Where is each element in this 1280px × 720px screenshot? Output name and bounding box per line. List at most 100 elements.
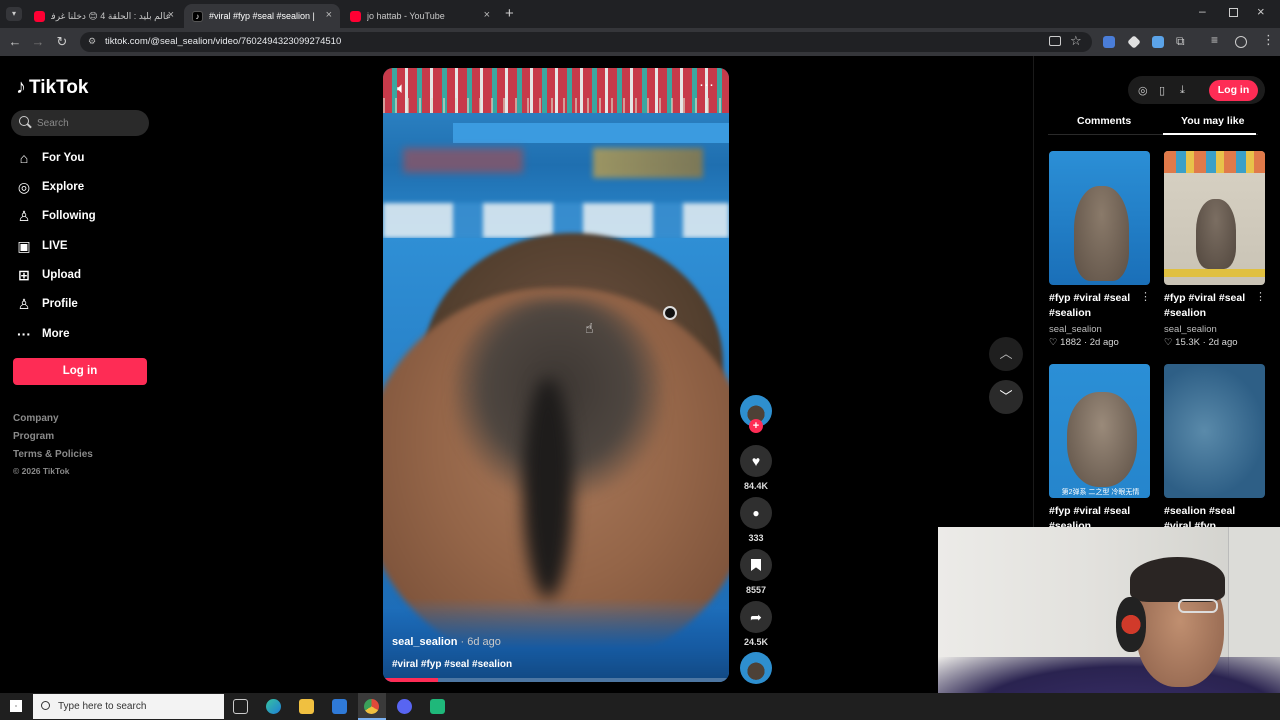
tab-tiktok[interactable]: ♪ #viral #fyp #seal #sealion | TikTok × [184, 4, 340, 28]
sidebar-item-upload[interactable]: ⊞ Upload [14, 263, 81, 287]
share-button[interactable]: ➦ [740, 601, 772, 633]
file-explorer-icon[interactable] [299, 699, 314, 714]
profile-avatar-icon[interactable] [1235, 36, 1247, 48]
footer-link-terms[interactable]: Terms & Policies [13, 449, 93, 460]
sidebar-item-label: For You [42, 152, 85, 164]
tab-comments[interactable]: Comments [1077, 115, 1131, 127]
video-player[interactable]: 🔈︎ ··· ☝︎ [383, 68, 729, 682]
extension-blue-icon[interactable] [1152, 36, 1164, 48]
card-age: 2d ago [1089, 337, 1119, 348]
green-app-icon[interactable] [430, 699, 445, 714]
address-field[interactable]: ⚙ tiktok.com/@seal_sealion/video/7602494… [80, 32, 1092, 52]
card-more-icon[interactable]: ⋮ [1140, 290, 1151, 303]
sidebar-item-label: More [42, 328, 70, 340]
glasses-image [1178, 599, 1218, 613]
like-button[interactable]: ♥ [740, 445, 772, 477]
bookmark-star-icon[interactable]: ☆ [1070, 33, 1082, 49]
card-username[interactable]: seal_sealion [1049, 324, 1102, 335]
browser-tab-bar: ▾ عالم بليد : الحلقة 4 😊 دخلنا غرفة × ♪ … [0, 0, 1280, 28]
tab-youtube-jo-hattab[interactable]: jo hattab - YouTube × [342, 4, 498, 28]
creator-compass-icon[interactable]: ◎ [1138, 84, 1148, 97]
new-tab-plus-icon[interactable]: + [505, 5, 514, 22]
recommended-video-thumbnail[interactable] [1164, 151, 1265, 285]
author-username[interactable]: seal_sealion [392, 636, 457, 648]
plus-square-icon: ⊞ [18, 266, 30, 283]
video-progress-fill [383, 678, 439, 682]
search-input[interactable]: Search [11, 110, 149, 136]
windows-start-icon[interactable] [10, 700, 22, 712]
webcam-overlay [938, 527, 1280, 720]
follow-plus-icon[interactable]: + [749, 419, 763, 433]
edge-browser-icon[interactable] [266, 699, 281, 714]
tiktok-logo[interactable]: ♪ TikTok [16, 76, 88, 99]
phone-icon[interactable]: ▯ [1159, 84, 1165, 97]
download-icon[interactable]: ⤓ [1180, 84, 1185, 97]
comment-button[interactable]: ● [740, 497, 772, 529]
next-video-button[interactable]: ﹀ [989, 380, 1023, 414]
login-button[interactable]: Log in [13, 358, 147, 385]
task-view-icon[interactable] [233, 699, 248, 714]
video-progress-track[interactable] [383, 678, 729, 682]
tab-close-icon[interactable]: × [168, 9, 174, 21]
video-hashtags[interactable]: #viral #fyp #seal #sealion [392, 659, 512, 670]
header-login-button[interactable]: Log in [1209, 80, 1258, 101]
tab-close-icon[interactable]: × [484, 9, 490, 21]
tab-title: عالم بليد : الحلقة 4 😊 دخلنا غرفة [51, 10, 171, 21]
person-icon: ♙ [17, 207, 31, 224]
reading-list-icon[interactable]: ≡ [1211, 33, 1218, 47]
discord-icon[interactable] [397, 699, 412, 714]
minimize-icon[interactable]: – [1199, 4, 1206, 18]
save-button[interactable] [740, 549, 772, 581]
volume-icon[interactable]: 🔈︎ [397, 80, 406, 97]
sidebar-item-live[interactable]: ▣ LIVE [14, 234, 67, 258]
like-count: 84.4K [743, 481, 769, 491]
sidebar-item-explore[interactable]: ◎ Explore [14, 175, 84, 199]
card-username[interactable]: seal_sealion [1164, 324, 1217, 335]
footer-link-program[interactable]: Program [13, 431, 54, 442]
sound-disc-avatar[interactable] [740, 652, 772, 684]
taskbar-search-input[interactable]: Type here to search [33, 694, 224, 719]
sidebar-item-profile[interactable]: ♙ Profile [14, 292, 78, 316]
windows-taskbar: Type here to search [0, 693, 1280, 720]
restore-icon[interactable] [1229, 8, 1238, 17]
back-arrow-icon[interactable]: ← [7, 34, 23, 50]
extensions-puzzle-icon[interactable]: ⧉ [1176, 34, 1185, 49]
browser-menu-icon[interactable]: ⋮ [1262, 32, 1275, 48]
card-title[interactable]: #fyp #viral #seal #sealion [1164, 291, 1256, 321]
yellow-line-image [1164, 269, 1265, 277]
tab-youtube-arabic[interactable]: عالم بليد : الحلقة 4 😊 دخلنا غرفة × [26, 4, 182, 28]
forward-arrow-icon[interactable]: → [30, 34, 46, 50]
tab-close-icon[interactable]: × [326, 9, 332, 21]
tab-search-dropdown[interactable]: ▾ [6, 7, 22, 21]
sidebar-item-for-you[interactable]: ⌂ For You [14, 146, 85, 170]
sidebar-item-following[interactable]: ♙ Following [14, 204, 96, 228]
sidebar-item-label: Profile [42, 298, 78, 310]
footer-link-company[interactable]: Company [13, 413, 59, 424]
video-author[interactable]: seal_sealion · 6d ago [392, 636, 501, 648]
close-icon[interactable]: × [1257, 4, 1265, 19]
tab-you-may-like[interactable]: You may like [1181, 115, 1244, 127]
sidebar-item-more[interactable]: ··· More [14, 322, 69, 346]
card-more-icon[interactable]: ⋮ [1255, 290, 1266, 303]
site-info-icon[interactable]: ⚙ [88, 36, 96, 47]
sidebar-item-label: Following [42, 210, 96, 222]
extension-diamond-icon[interactable] [1127, 35, 1141, 49]
translate-extension-icon[interactable] [1103, 36, 1115, 48]
recommended-video-thumbnail[interactable] [1049, 151, 1150, 285]
bookmark-icon [751, 559, 761, 571]
video-more-icon[interactable]: ··· [699, 76, 714, 93]
previous-video-button[interactable]: ︿ [989, 337, 1023, 371]
share-arrow-icon: ➦ [750, 608, 762, 625]
browser-address-bar: ← → ↻ ⚙ tiktok.com/@seal_sealion/video/7… [0, 28, 1280, 56]
card-title[interactable]: #fyp #viral #seal #sealion [1049, 291, 1141, 321]
card-separator: · [1083, 337, 1088, 348]
reload-icon[interactable]: ↻ [54, 34, 70, 50]
sealion-thumb-image [1074, 186, 1129, 281]
cast-icon[interactable] [1049, 36, 1061, 46]
recommended-video-thumbnail[interactable]: 第2弹系 二之型 冷眼无情 [1049, 364, 1150, 498]
store-icon[interactable] [332, 699, 347, 714]
recommended-video-thumbnail[interactable] [1164, 364, 1265, 498]
chrome-browser-icon[interactable] [364, 699, 379, 714]
card-separator: · [1202, 337, 1206, 348]
taskbar-search-placeholder: Type here to search [58, 701, 147, 712]
